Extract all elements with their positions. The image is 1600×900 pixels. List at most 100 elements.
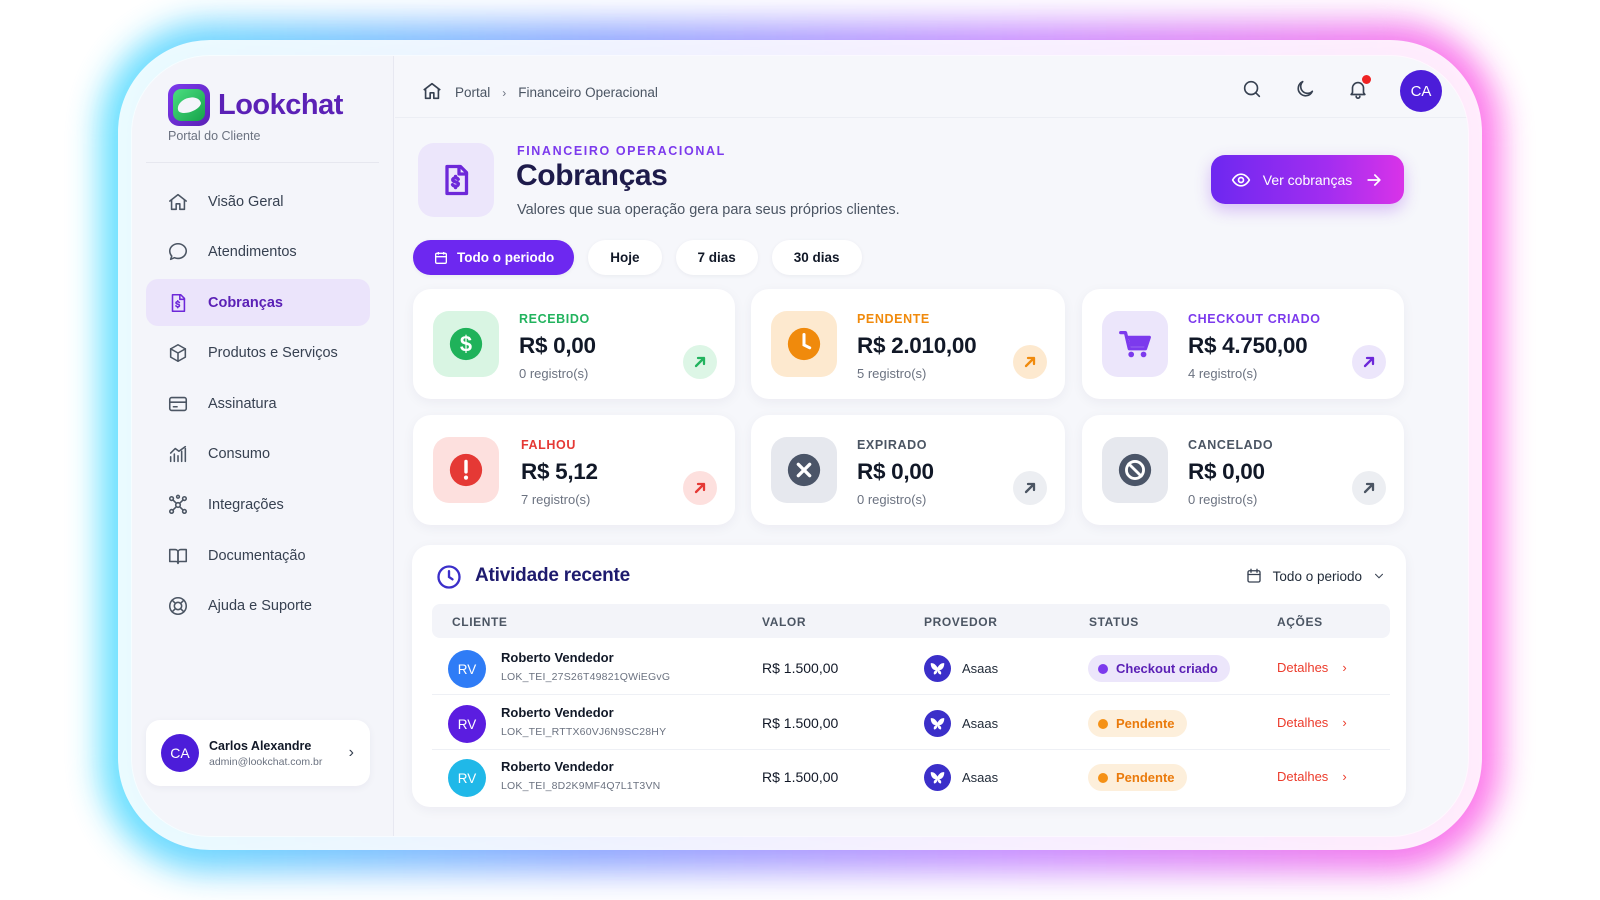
filter-30-days[interactable]: 30 dias [771,240,862,275]
stat-card-cancelado[interactable]: CANCELADO R$ 0,00 0 registro(s) [1082,415,1404,525]
chat-icon [166,240,190,264]
period-filters: Todo o periodo Hoje 7 dias 30 dias [413,240,862,275]
table-row: RV Roberto Vendedor LOK_TEI_RTTX60VJ6N9S… [432,696,1390,750]
sidebar-divider [146,162,379,163]
status-label: Pendente [1116,716,1175,731]
details-label: Detalhes [1277,715,1329,730]
details-link[interactable]: Detalhes › [1277,660,1347,675]
column-header-status: STATUS [1089,615,1139,629]
topbar-avatar[interactable]: CA [1400,70,1442,112]
charge-amount: R$ 1.500,00 [762,769,839,785]
card-icon [166,392,190,416]
status-label: Checkout criado [1116,661,1218,676]
user-profile-card[interactable]: CA Carlos Alexandre admin@lookchat.com.b… [146,720,370,786]
invoice-icon [418,143,494,217]
sidebar-item-produtos[interactable]: Produtos e Serviços [146,330,370,377]
sidebar-item-atendimentos[interactable]: Atendimentos [146,229,370,276]
book-icon [166,544,190,568]
status-dot [1098,772,1108,783]
chevron-right-icon: › [1342,715,1347,730]
moon-icon[interactable] [1294,78,1316,105]
client-name: Roberto Vendedor [501,705,614,720]
table-row: RV Roberto Vendedor LOK_TEI_27S26T49821Q… [432,641,1390,695]
sidebar-item-visao-geral[interactable]: Visão Geral [146,178,370,225]
provider-name: Asaas [962,716,999,731]
activity-period-value: Todo o periodo [1272,568,1362,584]
stat-card-falhou[interactable]: FALHOU R$ 5,12 7 registro(s) [413,415,735,525]
chevron-right-icon: › [348,744,354,761]
stat-card-recebido[interactable]: $ RECEBIDO R$ 0,00 0 registro(s) [413,289,735,399]
stat-value: R$ 0,00 [519,333,596,358]
status-badge: Pendente [1088,764,1187,791]
stat-card-checkout-criado[interactable]: CHECKOUT CRIADO R$ 4.750,00 4 registro(s… [1082,289,1404,399]
view-charges-button[interactable]: Ver cobranças [1211,155,1404,204]
main-content: Portal › Financeiro Operacional CA FINAN… [395,56,1468,836]
stat-value: R$ 2.010,00 [857,333,977,358]
sidebar-item-label: Visão Geral [208,193,284,210]
status-badge: Pendente [1088,710,1187,737]
home-icon[interactable] [421,80,443,105]
trend-arrow-icon [1013,471,1047,505]
sidebar-item-documentacao[interactable]: Documentação [146,532,370,579]
breadcrumb: Portal › Financeiro Operacional [421,80,658,105]
app-window: Lookchat Portal do Cliente Visão Geral A… [132,56,1468,836]
trend-arrow-icon [683,471,717,505]
stat-label: CHECKOUT CRIADO [1188,312,1321,326]
topbar-actions: CA [1241,70,1442,112]
details-link[interactable]: Detalhes › [1277,715,1347,730]
ban-icon [1102,437,1168,503]
notification-dot [1362,74,1371,84]
column-header-provedor: PROVEDOR [924,615,998,629]
home-icon [166,190,190,214]
stat-count: 0 registro(s) [519,366,589,381]
filter-all-period[interactable]: Todo o periodo [413,240,575,275]
brand-subtitle: Portal do Cliente [168,129,261,143]
recent-activity-panel: Atividade recente Todo o periodo CLIENTE… [412,545,1406,807]
stat-card-pendente[interactable]: PENDENTE R$ 2.010,00 5 registro(s) [751,289,1065,399]
sidebar-item-label: Documentação [208,547,306,564]
details-label: Detalhes [1277,660,1329,675]
trend-arrow-icon [1013,345,1047,379]
alert-icon [433,437,499,503]
client-name: Roberto Vendedor [501,650,614,665]
stat-label: RECEBIDO [519,312,590,326]
charge-amount: R$ 1.500,00 [762,715,839,731]
stat-label: PENDENTE [857,312,930,326]
sidebar-item-assinatura[interactable]: Assinatura [146,380,370,427]
table-row: RV Roberto Vendedor LOK_TEI_8D2K9MF4Q7L1… [432,750,1390,804]
sidebar-item-cobrancas[interactable]: Cobranças [146,279,370,327]
sidebar-item-label: Atendimentos [208,244,297,261]
asaas-logo-icon [924,710,951,737]
filter-7-days[interactable]: 7 dias [675,240,758,275]
sidebar-item-consumo[interactable]: Consumo [146,431,370,478]
stat-card-expirado[interactable]: EXPIRADO R$ 0,00 0 registro(s) [751,415,1065,525]
sidebar-item-integracoes[interactable]: Integrações [146,482,370,529]
chart-icon [166,442,190,466]
filter-today[interactable]: Hoje [588,240,662,275]
column-header-cliente: CLIENTE [452,615,508,629]
lookchat-logo-icon [168,84,210,126]
trend-arrow-icon [683,345,717,379]
chevron-down-icon [1374,573,1384,579]
activity-period-select[interactable]: Todo o periodo [1245,567,1386,585]
client-avatar: RV [448,650,486,688]
details-link[interactable]: Detalhes › [1277,769,1347,784]
stat-count: 0 registro(s) [857,492,927,507]
charge-id: LOK_TEI_27S26T49821QWiEGvG [501,671,671,683]
trend-arrow-icon [1352,471,1386,505]
sidebar-item-label: Cobranças [208,294,283,311]
eye-icon [1231,172,1250,187]
search-icon[interactable] [1241,78,1263,105]
calendar-icon [1246,568,1261,583]
arrow-right-icon [1367,173,1381,186]
brand-logo[interactable]: Lookchat [168,84,343,126]
sidebar-nav: Visão Geral Atendimentos Cobranças Produ… [146,178,370,633]
sidebar-item-ajuda[interactable]: Ajuda e Suporte [146,583,370,630]
svg-text:$: $ [460,332,472,357]
breadcrumb-portal[interactable]: Portal [455,85,490,100]
chevron-right-icon: › [502,85,507,100]
sidebar-item-label: Integrações [208,497,284,514]
column-header-acoes: AÇÕES [1277,615,1323,629]
page-subtitle: Valores que sua operação gera para seus … [517,202,900,218]
bell-icon[interactable] [1347,74,1371,105]
